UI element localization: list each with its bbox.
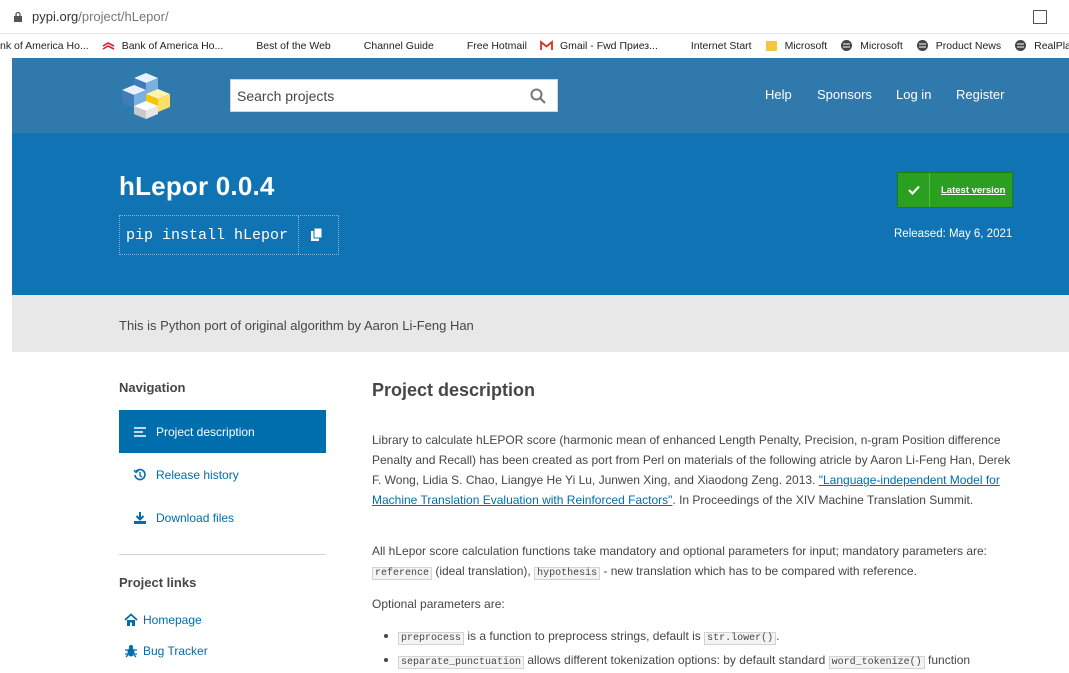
bookmark-item[interactable]: Microsoft — [840, 39, 903, 52]
nav-sponsors-link[interactable]: Sponsors — [817, 87, 872, 102]
project-description-heading: Project description — [372, 380, 536, 400]
paragraph-text: is a function to preprocess strings, def… — [464, 629, 705, 643]
bookmark-label: Microsoft — [860, 39, 903, 52]
bookmark-item[interactable]: Microsoft — [765, 39, 828, 52]
folder-icon — [765, 39, 778, 52]
bookmark-item[interactable]: Free Hotmail — [447, 39, 527, 52]
paragraph-text: - new translation which has to be compar… — [600, 564, 917, 578]
sidebar-link-label: Homepage — [143, 613, 202, 627]
bookmark-item[interactable]: RealPlayer — [1014, 39, 1069, 52]
sidebar-item-download-files[interactable]: Download files — [119, 496, 326, 539]
release-date: Released: May 6, 2021 — [894, 228, 1013, 240]
sidebar-item-release-history[interactable]: Release history — [119, 453, 326, 496]
sidebar-item-project-description[interactable]: Project description — [119, 410, 326, 453]
windows-logo-icon — [344, 39, 357, 52]
checkmark-icon — [898, 173, 930, 207]
bookmark-item[interactable]: Best of the Web — [236, 39, 331, 52]
list-icon — [133, 425, 147, 439]
paragraph-text: . In Proceedings of the XIV Machine Tran… — [672, 493, 974, 507]
inline-code: hypothesis — [534, 567, 601, 580]
inline-code: preprocess — [398, 632, 465, 645]
sidebar-link-label: Bug Tracker — [143, 644, 208, 658]
search-box — [230, 79, 558, 112]
bookmark-item[interactable]: Product News — [916, 39, 1001, 52]
list-item: separate_punctuation allows different to… — [384, 650, 1024, 673]
windows-logo-icon — [236, 39, 249, 52]
latest-version-button[interactable]: Latest version — [897, 172, 1013, 208]
history-icon — [133, 468, 147, 482]
description-paragraph-1: Library to calculate hLEPOR score (harmo… — [372, 430, 1012, 510]
project-links-heading: Project links — [119, 575, 197, 590]
navigation-heading: Navigation — [119, 380, 186, 395]
home-icon — [124, 613, 138, 627]
pypi-logo-icon[interactable] — [116, 72, 172, 120]
bookmark-label: nk of America Ho... — [0, 39, 89, 52]
bank-of-america-icon — [102, 39, 115, 52]
bookmark-label: Product News — [935, 39, 1002, 52]
bookmark-label: Free Hotmail — [466, 39, 527, 52]
inline-code: separate_punctuation — [398, 656, 525, 669]
nav-register-link[interactable]: Register — [956, 87, 1004, 102]
list-item: preprocess is a function to preprocess s… — [384, 626, 1024, 649]
package-summary-banner: This is Python port of original algorith… — [12, 295, 1069, 352]
bookmark-item[interactable]: Gmail - Fwd Приез... — [540, 39, 658, 52]
globe-icon — [840, 39, 853, 52]
inline-code: reference — [372, 567, 433, 580]
globe-icon — [1014, 39, 1027, 52]
bookmark-item[interactable]: Bank of America Ho... — [102, 39, 224, 52]
globe-icon — [916, 39, 929, 52]
bookmarks-bar: nk of America Ho... Bank of America Ho..… — [0, 34, 1069, 57]
url-host: pypi.org — [32, 9, 79, 24]
gmail-icon — [540, 39, 553, 52]
nav-help-link[interactable]: Help — [765, 87, 792, 102]
download-icon — [133, 511, 147, 525]
bookmark-label: Best of the Web — [256, 39, 331, 52]
nav-login-link[interactable]: Log in — [896, 87, 931, 102]
paragraph-text: function — [924, 653, 971, 667]
paragraph-text: allows different tokenization options: b… — [524, 653, 829, 667]
bookmark-item[interactable]: Internet Start — [671, 39, 752, 52]
package-summary: This is Python port of original algorith… — [119, 318, 474, 333]
lock-icon — [12, 11, 24, 23]
bookmark-label: Microsoft — [784, 39, 828, 52]
qr-code-icon[interactable] — [1033, 10, 1047, 24]
bookmark-label: Internet Start — [690, 39, 752, 52]
sidebar-item-label: Download files — [156, 510, 235, 525]
description-paragraph-3: Optional parameters are: — [372, 597, 505, 611]
copy-icon[interactable] — [299, 216, 333, 254]
bookmark-label: RealPlayer — [1034, 39, 1069, 52]
sidebar-link-bug-tracker[interactable]: Bug Tracker — [119, 630, 326, 672]
windows-logo-icon — [447, 39, 460, 52]
latest-version-label: Latest version — [941, 184, 1006, 196]
search-icon[interactable] — [529, 87, 547, 105]
sidebar-item-label: Project description — [156, 424, 255, 439]
paragraph-text: (ideal translation), — [432, 564, 535, 578]
package-title: hLepor 0.0.4 — [119, 171, 275, 201]
bookmark-label: Bank of America Ho... — [121, 39, 224, 52]
paragraph-text: All hLepor score calculation functions t… — [372, 544, 987, 558]
pip-command: pip install hLepor — [120, 216, 300, 254]
bookmark-item[interactable]: nk of America Ho... — [0, 40, 89, 52]
bookmark-label: Gmail - Fwd Приез... — [559, 39, 658, 52]
inline-code: str.lower() — [704, 632, 777, 645]
bookmark-item[interactable]: Channel Guide — [344, 39, 434, 52]
bug-icon — [124, 644, 138, 658]
sidebar-item-label: Release history — [156, 467, 239, 482]
address-bar[interactable]: pypi.org/project/hLepor/ — [0, 0, 1069, 34]
site-header: Help Sponsors Log in Register — [12, 58, 1069, 133]
bookmark-label: Channel Guide — [363, 39, 434, 52]
sidebar-divider — [119, 554, 326, 555]
package-header: hLepor 0.0.4 pip install hLepor Latest v… — [12, 133, 1069, 295]
url-path: /project/hLepor/ — [78, 9, 169, 24]
description-paragraph-2: All hLepor score calculation functions t… — [372, 541, 1012, 584]
windows-logo-icon — [671, 39, 684, 52]
inline-code: word_tokenize() — [828, 656, 925, 669]
search-input[interactable] — [231, 80, 521, 111]
pip-command-box: pip install hLepor — [119, 215, 339, 255]
paragraph-text: . — [776, 629, 780, 643]
